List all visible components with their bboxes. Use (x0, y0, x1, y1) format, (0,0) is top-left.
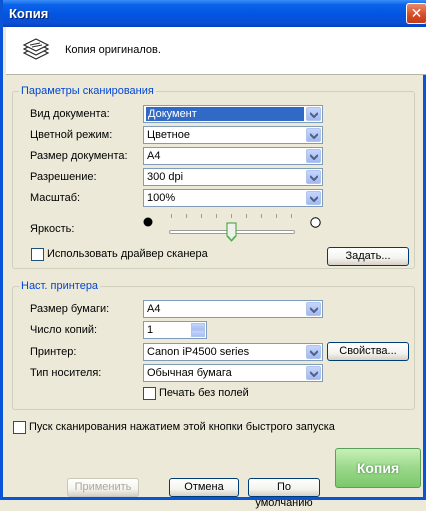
slider-tick (216, 214, 217, 218)
spin-up-icon[interactable] (191, 323, 205, 330)
use-driver-label: Использовать драйвер сканера (47, 248, 208, 260)
chevron-down-icon[interactable] (306, 302, 321, 316)
scale-label: Масштаб: (30, 192, 81, 204)
doc-size-label: Размер документа: (30, 150, 128, 162)
borderless-checkbox[interactable] (143, 387, 156, 400)
copy-scan-icon (22, 38, 50, 60)
title-bar[interactable]: Копия ✕ (3, 0, 426, 27)
media-type-value: Обычная бумага (147, 367, 232, 379)
default-button[interactable]: По умолчанию (248, 478, 320, 509)
slider-tick (291, 214, 292, 218)
slider-tick (231, 214, 232, 218)
media-type-label: Тип носителя: (30, 367, 102, 379)
header-panel: Копия оригиналов. (6, 27, 426, 75)
set-button[interactable]: Задать... (327, 247, 409, 266)
window-title: Копия (9, 6, 49, 21)
chevron-down-icon[interactable] (306, 366, 321, 380)
use-driver-checkbox[interactable] (31, 248, 44, 261)
spin-down-icon[interactable] (191, 330, 205, 337)
borderless-label: Печать без полей (159, 387, 249, 399)
close-button[interactable]: ✕ (406, 3, 426, 24)
chevron-down-icon[interactable] (306, 170, 321, 184)
chevron-down-icon[interactable] (306, 149, 321, 163)
doc-type-select[interactable]: Документ (143, 105, 323, 123)
slider-tick (201, 214, 202, 218)
copy-button[interactable]: Копия (335, 448, 421, 488)
copies-stepper[interactable]: 1 (143, 321, 207, 339)
scale-select[interactable]: 100% (143, 189, 323, 207)
copies-value: 1 (147, 324, 154, 336)
copy-dialog: Копия ✕ Копия оригиналов. Параметры скан… (0, 0, 426, 509)
printer-value: Canon iP4500 series (147, 346, 250, 358)
slider-tick (246, 214, 247, 218)
quick-start-checkbox[interactable] (13, 421, 26, 434)
resolution-label: Разрешение: (30, 171, 97, 183)
printer-settings-title: Наст. принтера (19, 280, 101, 292)
properties-button[interactable]: Свойства... (327, 342, 409, 361)
chevron-down-icon[interactable] (306, 107, 321, 121)
slider-tick (171, 214, 172, 218)
slider-thumb[interactable] (226, 222, 237, 242)
resolution-value: 300 dpi (147, 171, 184, 183)
paper-size-value: A4 (147, 303, 161, 315)
copies-label: Число копий: (30, 324, 98, 336)
paper-size-label: Размер бумаги: (30, 303, 110, 315)
doc-size-select[interactable]: A4 (143, 147, 323, 165)
color-mode-select[interactable]: Цветное (143, 126, 323, 144)
light-circle-icon (310, 217, 321, 228)
chevron-down-icon[interactable] (306, 345, 321, 359)
scale-value: 100% (147, 192, 176, 204)
resolution-select[interactable]: 300 dpi (143, 168, 323, 186)
chevron-down-icon[interactable] (306, 191, 321, 205)
chevron-down-icon[interactable] (306, 128, 321, 142)
color-mode-label: Цветной режим: (30, 129, 113, 141)
printer-label: Принтер: (30, 346, 77, 358)
doc-type-label: Вид документа: (30, 108, 110, 120)
slider-tick (186, 214, 187, 218)
apply-button[interactable]: Применить (67, 478, 139, 497)
slider-tick (261, 214, 262, 218)
cancel-button[interactable]: Отмена (169, 478, 239, 497)
doc-size-value: A4 (147, 150, 161, 162)
header-caption: Копия оригиналов. (65, 44, 161, 56)
color-mode-value: Цветное (147, 129, 190, 141)
dark-circle-icon (143, 217, 153, 227)
slider-tick (276, 214, 277, 218)
quick-start-label: Пуск сканирования нажатием этой кнопки б… (29, 421, 335, 433)
media-type-select[interactable]: Обычная бумага (143, 364, 323, 382)
printer-select[interactable]: Canon iP4500 series (143, 343, 323, 361)
paper-size-select[interactable]: A4 (143, 300, 323, 318)
brightness-label: Яркость: (30, 223, 75, 235)
doc-type-value: Документ (146, 107, 304, 121)
scan-settings-title: Параметры сканирования (19, 85, 156, 97)
